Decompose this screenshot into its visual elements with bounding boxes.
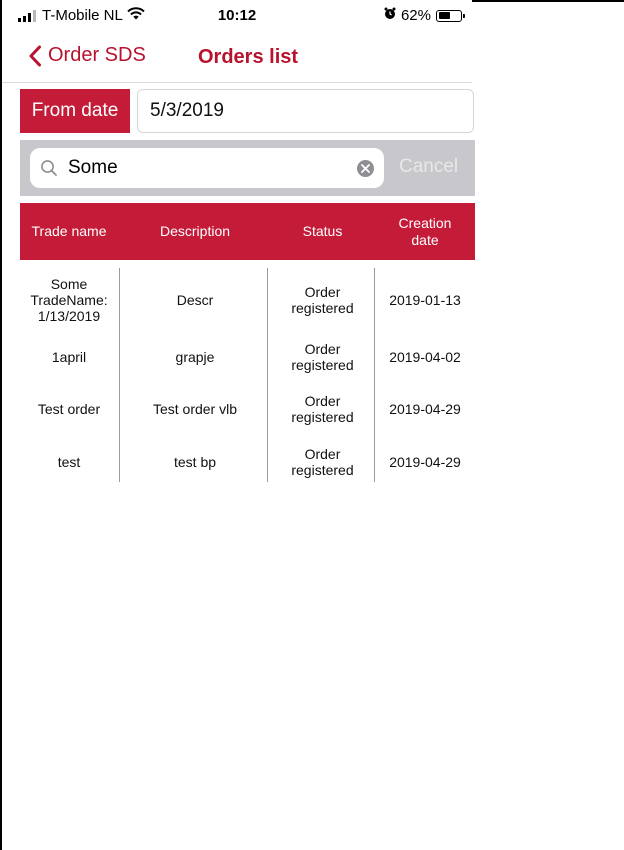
header-status[interactable]: Status [270,203,375,260]
cell-creation-date: 2019-04-29 [389,453,461,470]
header-creation-date[interactable]: Creation date [375,203,475,260]
back-button-label: Order SDS [48,44,146,66]
screenshot-border-top [472,0,624,2]
status-bar: T-Mobile NL 10:12 62% [2,0,472,38]
cancel-button[interactable]: Cancel [399,156,458,178]
table-row[interactable]: Test order Test order vlb Order register… [20,382,475,435]
cell-trade-name: 1april [51,349,87,365]
cell-trade-name: Some TradeName: 1/13/2019 [30,276,108,324]
search-bar: Some Cancel [20,140,475,196]
clear-icon[interactable] [357,160,374,177]
header-trade-name[interactable]: Trade name [20,203,118,260]
cell-status: Order registered [291,445,354,478]
cell-creation-date: 2019-01-13 [389,292,461,308]
header-creation-date-label: Creation date [398,214,452,248]
search-query: Some [68,157,118,178]
search-icon [41,160,57,176]
page-title: Orders list [198,46,299,68]
cell-trade-name: test [57,453,81,470]
table-row[interactable]: test test bp Order registered 2019-04-29 [20,435,475,488]
cell-description: grapje [175,349,215,365]
cell-creation-date: 2019-04-02 [389,349,461,365]
status-right: 62% [384,7,465,24]
table-header: Trade name Description Status Creation d… [20,203,475,260]
battery-fill [438,12,451,19]
battery-percent: 62% [400,7,431,24]
header-description[interactable]: Description [120,203,270,260]
table-row[interactable]: 1april grapje Order registered 2019-04-0… [20,332,475,382]
cell-description: Test order vlb [152,400,238,417]
date-filter-row: From date 5/3/2019 [20,89,475,133]
cell-trade-name: Test order [37,400,101,417]
cell-status: Order registered [291,284,354,316]
cell-creation-date: 2019-04-29 [389,400,461,417]
search-input[interactable]: Some [30,148,384,188]
orders-table: Some TradeName: 1/13/2019 Descr Order re… [20,268,475,488]
chevron-left-icon [29,45,41,66]
battery-icon [436,9,465,22]
cell-status: Order registered [291,341,354,373]
navigation-bar: Order SDS Orders list [2,38,472,83]
from-date-field[interactable]: 5/3/2019 [137,89,474,133]
alarm-icon [384,7,396,24]
phone-screen: T-Mobile NL 10:12 62% Order SDS Orders l… [2,0,475,850]
cell-status: Order registered [291,392,354,425]
cell-description: Descr [176,292,214,308]
back-button[interactable]: Order SDS [28,44,146,67]
table-row[interactable]: Some TradeName: 1/13/2019 Descr Order re… [20,268,475,332]
cell-description: test bp [173,453,217,470]
from-date-label[interactable]: From date [20,89,130,133]
